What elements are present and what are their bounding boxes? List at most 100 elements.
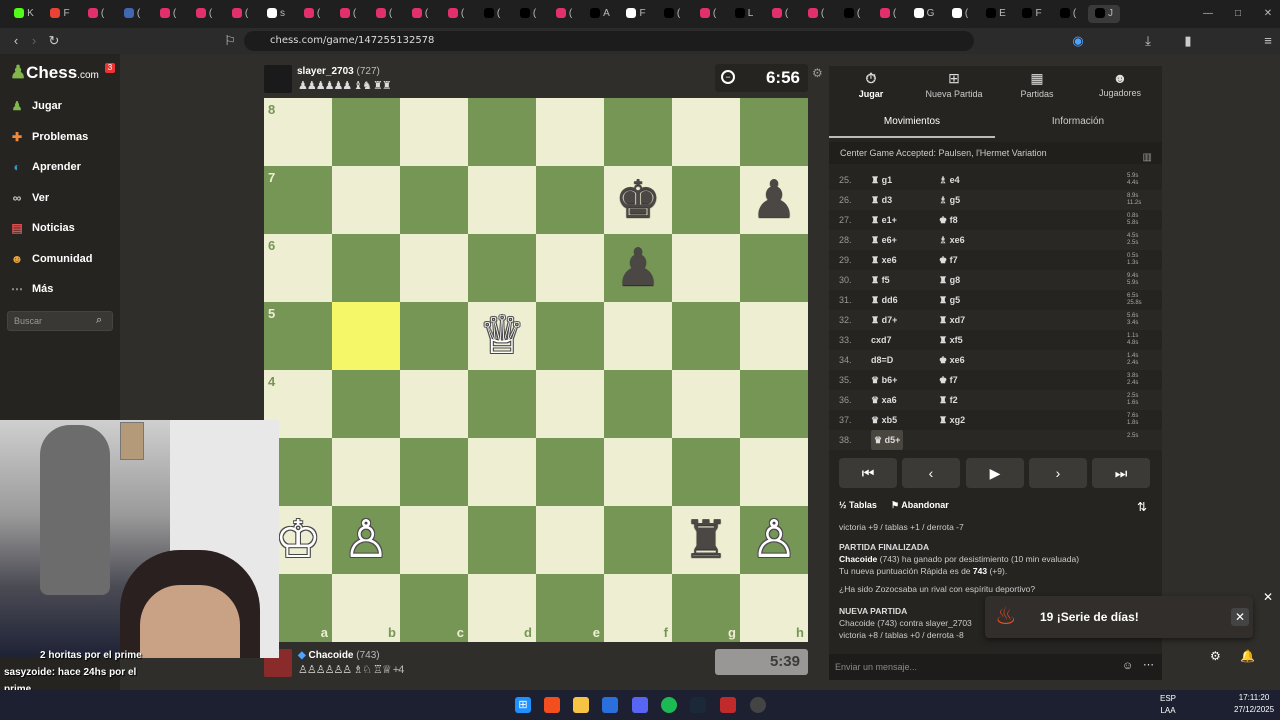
square-f7[interactable]: ♚ <box>604 166 672 234</box>
download-icon[interactable]: ⤓ <box>1140 33 1156 49</box>
square-g6[interactable] <box>672 234 740 302</box>
more-options-icon[interactable]: ⋯ <box>1143 658 1154 671</box>
next-move-button[interactable]: › <box>1029 458 1087 488</box>
square-c1[interactable]: c <box>400 574 468 642</box>
tab-informacion[interactable]: Información <box>995 116 1161 127</box>
square-a6[interactable]: 6 <box>264 234 332 302</box>
browser-tab[interactable]: A <box>584 5 616 23</box>
square-c5[interactable] <box>400 302 468 370</box>
white-move[interactable]: d8=D <box>871 350 893 370</box>
black-move[interactable]: ♜ xf5 <box>939 330 963 350</box>
sidebar-item-ver[interactable]: ∞ Ver <box>8 188 49 208</box>
black-move[interactable]: ♗ g5 <box>939 190 960 210</box>
spotify-icon[interactable] <box>661 697 677 713</box>
white-move[interactable]: ♛ xa6 <box>871 390 897 410</box>
square-b7[interactable] <box>332 166 400 234</box>
close-toast-button[interactable]: ✕ <box>1231 608 1249 626</box>
square-a8[interactable]: 8 <box>264 98 332 166</box>
black-move[interactable]: ♗ xe6 <box>939 230 965 250</box>
square-c4[interactable] <box>400 370 468 438</box>
browser-tab[interactable]: ( <box>368 5 400 23</box>
browser-tab[interactable]: ( <box>188 5 220 23</box>
browser-tab[interactable]: ( <box>800 5 832 23</box>
browser-tab[interactable]: ( <box>224 5 256 23</box>
white-move[interactable]: ♜ g1 <box>871 170 892 190</box>
square-d7[interactable] <box>468 166 536 234</box>
square-d8[interactable] <box>468 98 536 166</box>
chat-input[interactable]: Enviar un mensaje... <box>829 654 1162 680</box>
square-e1[interactable]: e <box>536 574 604 642</box>
sidebar-icon[interactable]: ▮ <box>1180 33 1196 49</box>
sidebar-item-problemas[interactable]: ✚ Problemas <box>8 127 88 147</box>
white-move[interactable]: ♜ e1+ <box>871 210 897 230</box>
square-e7[interactable] <box>536 166 604 234</box>
square-b1[interactable]: b <box>332 574 400 642</box>
steam-icon[interactable] <box>690 697 706 713</box>
browser-tab[interactable]: K <box>8 5 40 23</box>
start-icon[interactable]: ⊞ <box>515 697 531 713</box>
square-g7[interactable] <box>672 166 740 234</box>
black-move[interactable]: ♜ f2 <box>939 390 958 410</box>
white-move[interactable]: ♜ f5 <box>871 270 890 290</box>
language-indicator[interactable]: ESP LAA <box>1160 693 1176 717</box>
white-piece-icon[interactable]: ♕ <box>468 302 536 370</box>
browser-tab[interactable]: ( <box>1052 5 1084 23</box>
square-h8[interactable] <box>740 98 808 166</box>
tab-partidas[interactable]: ▦ Partidas <box>997 70 1077 99</box>
square-f6[interactable]: ♟ <box>604 234 672 302</box>
square-d2[interactable] <box>468 506 536 574</box>
square-b4[interactable] <box>332 370 400 438</box>
white-move[interactable]: ♛ d5+ <box>871 430 904 450</box>
browser-tab[interactable]: G <box>908 5 940 23</box>
reload-icon[interactable]: ↻ <box>46 33 62 49</box>
square-f4[interactable] <box>604 370 672 438</box>
black-move[interactable]: ♚ f8 <box>939 210 958 230</box>
square-d6[interactable] <box>468 234 536 302</box>
first-move-button[interactable]: ⏮ <box>839 458 897 488</box>
square-c7[interactable] <box>400 166 468 234</box>
translate-icon[interactable]: ◉ <box>1070 33 1086 49</box>
bell-icon[interactable]: 🔔 <box>1240 649 1255 663</box>
prev-move-button[interactable]: ‹ <box>902 458 960 488</box>
flip-board-icon[interactable]: ⇅ <box>1137 500 1147 514</box>
black-move[interactable]: ♜ xd7 <box>939 310 965 330</box>
square-h6[interactable] <box>740 234 808 302</box>
square-g8[interactable] <box>672 98 740 166</box>
square-d3[interactable] <box>468 438 536 506</box>
folder-icon[interactable] <box>573 697 589 713</box>
sidebar-item-jugar[interactable]: ♟ Jugar <box>8 96 62 116</box>
square-d4[interactable] <box>468 370 536 438</box>
square-e5[interactable] <box>536 302 604 370</box>
square-h3[interactable] <box>740 438 808 506</box>
last-move-button[interactable]: ⏭ <box>1092 458 1150 488</box>
square-e6[interactable] <box>536 234 604 302</box>
square-h4[interactable] <box>740 370 808 438</box>
black-move[interactable]: ♚ xe6 <box>939 350 965 370</box>
tab-jugadores[interactable]: ☻ Jugadores <box>1080 70 1160 98</box>
square-e3[interactable] <box>536 438 604 506</box>
browser-tab[interactable]: ( <box>152 5 184 23</box>
play-button[interactable]: ▶ <box>966 458 1024 488</box>
book-icon[interactable]: ▥ <box>1143 147 1152 169</box>
browser-tab[interactable]: L <box>728 5 760 23</box>
square-g3[interactable] <box>672 438 740 506</box>
app-icon[interactable] <box>720 697 736 713</box>
square-b8[interactable] <box>332 98 400 166</box>
white-piece-icon[interactable]: ♙ <box>332 506 400 574</box>
browser-tab[interactable]: ( <box>332 5 364 23</box>
square-b6[interactable] <box>332 234 400 302</box>
sidebar-item-noticias[interactable]: ▤ Noticias <box>8 218 74 238</box>
square-c3[interactable] <box>400 438 468 506</box>
system-clock[interactable]: 17:11:20 27/12/2025 <box>1234 692 1274 716</box>
sidebar-item-comunidad[interactable]: ☻ Comunidad <box>8 249 93 269</box>
square-c2[interactable] <box>400 506 468 574</box>
black-move[interactable]: ♚ f7 <box>939 370 958 390</box>
edge-icon[interactable] <box>602 697 618 713</box>
square-f8[interactable] <box>604 98 672 166</box>
browser-tab[interactable]: ( <box>80 5 112 23</box>
square-e8[interactable] <box>536 98 604 166</box>
tab-jugar[interactable]: ⏱ Jugar <box>831 70 911 99</box>
browser-tab[interactable]: ( <box>548 5 580 23</box>
menu-icon[interactable]: ≡ <box>1260 33 1276 49</box>
tab-nueva-partida[interactable]: ⊞ Nueva Partida <box>914 70 994 99</box>
